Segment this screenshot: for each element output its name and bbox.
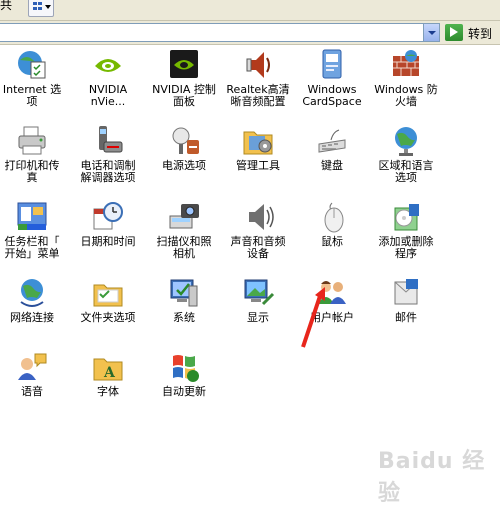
item-admin-tools[interactable]: 管理工具 xyxy=(222,121,294,195)
item-label: 网络连接 xyxy=(10,311,54,324)
item-phone-modem[interactable]: 电话和调制 解调器选项 xyxy=(72,121,144,195)
svg-text:A: A xyxy=(103,365,116,381)
nvidia-logo-icon xyxy=(91,48,125,82)
globe-icon xyxy=(389,124,423,158)
firewall-icon xyxy=(389,48,423,82)
display-icon xyxy=(241,276,275,310)
chevron-down-icon xyxy=(45,5,51,9)
item-label: 显示 xyxy=(247,311,269,324)
item-regional-language[interactable]: 区域和语言 选项 xyxy=(370,121,442,195)
view-grid-icon xyxy=(33,2,42,10)
item-label: 语音 xyxy=(21,385,43,398)
annotation-arrow xyxy=(301,287,325,348)
item-label: 区域和语言 选项 xyxy=(378,159,434,184)
address-dropdown-button[interactable] xyxy=(423,24,439,41)
printer-icon xyxy=(15,124,49,158)
item-label: Realtek高清 晰音频配置 xyxy=(226,83,290,108)
address-input[interactable] xyxy=(0,23,440,42)
item-realtek-audio[interactable]: Realtek高清 晰音频配置 xyxy=(222,45,294,119)
item-internet-options[interactable]: Internet 选 项 xyxy=(0,45,68,119)
item-windows-firewall[interactable]: Windows 防 火墙 xyxy=(370,45,442,119)
item-label: 文件夹选项 xyxy=(80,311,136,324)
item-automatic-updates[interactable]: 自动更新 xyxy=(148,347,220,421)
internet-options-icon xyxy=(15,48,49,82)
go-button[interactable]: 转到 xyxy=(444,23,498,42)
item-label: 日期和时间 xyxy=(80,235,136,248)
go-label: 转到 xyxy=(468,27,493,41)
item-add-remove-programs[interactable]: 添加或删除 程序 xyxy=(370,197,442,271)
item-label: 扫描仪和照 相机 xyxy=(156,235,212,260)
item-power-options[interactable]: 电源选项 xyxy=(148,121,220,195)
item-sounds-audio[interactable]: 声音和音频 设备 xyxy=(222,197,294,271)
item-date-time[interactable]: 日期和时间 xyxy=(72,197,144,271)
item-label: 自动更新 xyxy=(162,385,206,398)
item-keyboard[interactable]: 键盘 xyxy=(296,121,368,195)
item-fonts[interactable]: A 字体 xyxy=(72,347,144,421)
item-label: 添加或删除 程序 xyxy=(378,235,434,260)
item-label: 字体 xyxy=(97,385,119,398)
add-remove-icon xyxy=(389,200,423,234)
scanner-camera-icon xyxy=(167,200,201,234)
item-label: 电源选项 xyxy=(162,159,206,172)
control-panel-items: Internet 选 项 NVIDIA nVie... NVIDIA 控制 面板… xyxy=(0,45,500,506)
speaker-icon xyxy=(241,48,275,82)
item-label: 任务栏和「 开始」菜单 xyxy=(4,235,60,260)
item-display[interactable]: 显示 xyxy=(222,273,294,347)
calendar-clock-icon xyxy=(91,200,125,234)
item-system[interactable]: 系统 xyxy=(148,273,220,347)
item-label: Internet 选 项 xyxy=(2,83,62,108)
fonts-folder-icon: A xyxy=(91,350,125,384)
taskbar-icon xyxy=(15,200,49,234)
go-arrow-icon xyxy=(445,24,463,41)
sound-icon xyxy=(241,200,275,234)
system-icon xyxy=(167,276,201,310)
power-icon xyxy=(167,124,201,158)
item-label: Windows CardSpace xyxy=(302,83,362,108)
item-label: 电话和调制 解调器选项 xyxy=(80,159,136,184)
item-printers-faxes[interactable]: 打印机和传 真 xyxy=(0,121,68,195)
toolbar-text: 共 xyxy=(0,0,13,12)
cardspace-icon xyxy=(315,48,349,82)
item-label: 系统 xyxy=(173,311,195,324)
item-network-connections[interactable]: 网络连接 xyxy=(0,273,68,347)
speech-icon xyxy=(15,350,49,384)
item-label: 鼠标 xyxy=(321,235,343,248)
item-nvidia-control-panel[interactable]: NVIDIA 控制 面板 xyxy=(148,45,220,119)
views-button[interactable] xyxy=(28,0,54,17)
item-scanners-cameras[interactable]: 扫描仪和照 相机 xyxy=(148,197,220,271)
network-icon xyxy=(15,276,49,310)
item-label: 打印机和传 真 xyxy=(4,159,60,184)
item-windows-cardspace[interactable]: Windows CardSpace xyxy=(296,45,368,119)
item-label: 键盘 xyxy=(321,159,343,172)
item-mail[interactable]: 邮件 xyxy=(370,273,442,347)
watermark: Baidu 经验 xyxy=(378,449,486,506)
keyboard-icon xyxy=(315,124,349,158)
item-label: NVIDIA nVie... xyxy=(88,83,128,108)
windows-update-icon xyxy=(167,350,201,384)
address-bar: 转到 xyxy=(0,21,500,45)
item-speech[interactable]: 语音 xyxy=(0,347,68,421)
toolbar: 共 xyxy=(0,0,500,21)
nvidia-panel-icon xyxy=(167,48,201,82)
item-mouse[interactable]: 鼠标 xyxy=(296,197,368,271)
folder-options-icon xyxy=(91,276,125,310)
item-folder-options[interactable]: 文件夹选项 xyxy=(72,273,144,347)
item-label: 邮件 xyxy=(395,311,417,324)
item-label: 管理工具 xyxy=(236,159,280,172)
item-label: 声音和音频 设备 xyxy=(230,235,286,260)
item-nvidia-nview[interactable]: NVIDIA nVie... xyxy=(72,45,144,119)
phone-modem-icon xyxy=(91,124,125,158)
mouse-icon xyxy=(315,200,349,234)
mail-icon xyxy=(389,276,423,310)
item-label: NVIDIA 控制 面板 xyxy=(152,83,216,108)
item-label: Windows 防 火墙 xyxy=(374,83,438,108)
admin-tools-icon xyxy=(241,124,275,158)
item-taskbar-start-menu[interactable]: 任务栏和「 开始」菜单 xyxy=(0,197,68,271)
